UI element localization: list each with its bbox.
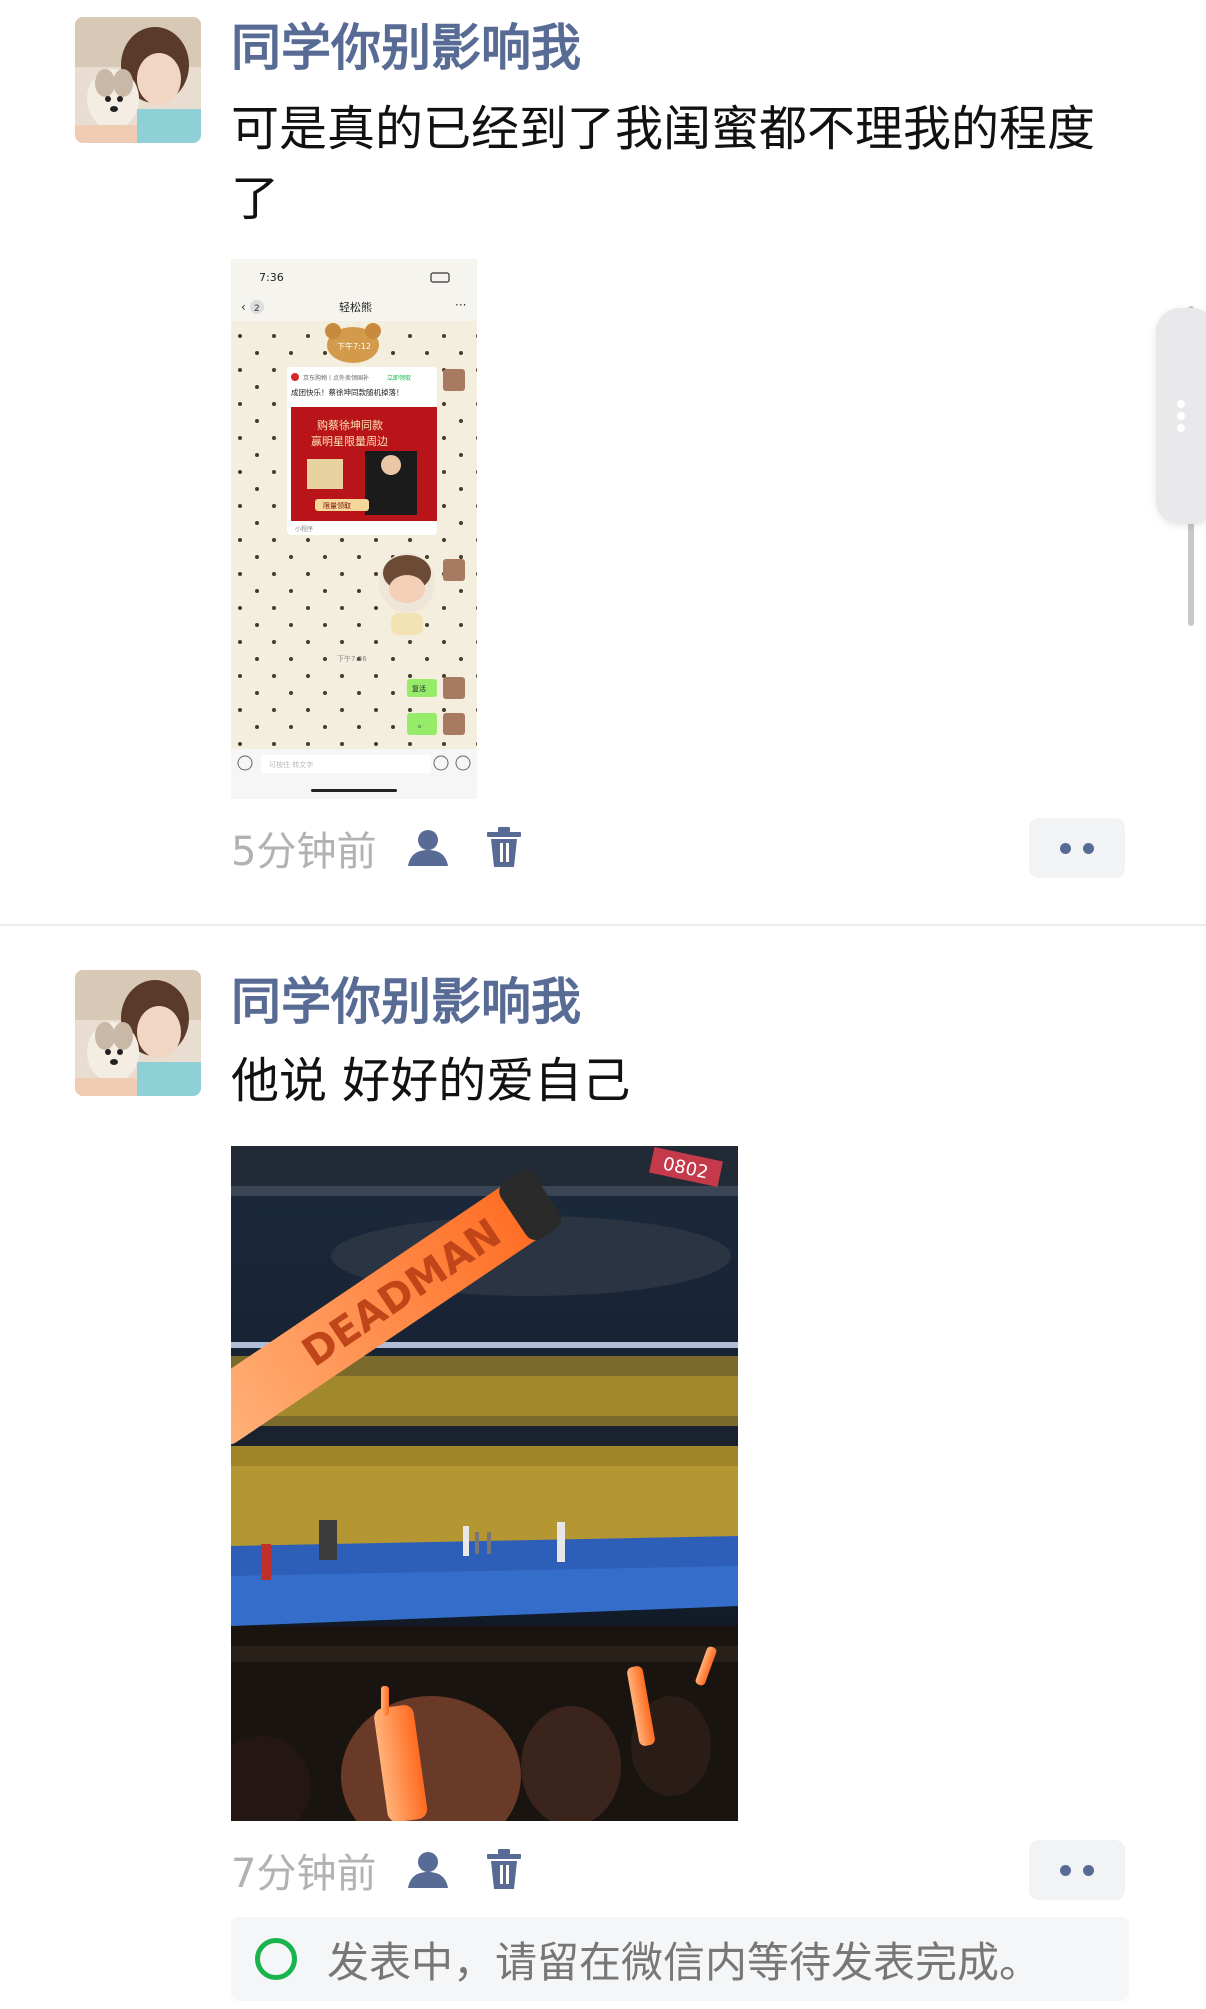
- phone-timestamp-1: 下午7:12: [337, 341, 371, 351]
- trash-icon[interactable]: [480, 1846, 528, 1894]
- post-nickname[interactable]: 同学你别影响我: [231, 972, 581, 1032]
- svg-text:···: ···: [455, 298, 466, 312]
- avatar[interactable]: [75, 970, 201, 1096]
- phone-card-footer: 小程序: [295, 525, 313, 533]
- phone-bubble-2: 。: [418, 720, 426, 729]
- svg-text:‹: ‹: [241, 300, 246, 314]
- phone-chat-title: 轻松熊: [339, 300, 372, 314]
- post-time: 7分钟前: [231, 1851, 377, 1897]
- post-text: 可是真的已经到了我闺蜜都不理我的程度了: [231, 101, 1096, 227]
- post-meta: 5分钟前: [231, 818, 528, 878]
- post-image[interactable]: 0802 DEADMAN: [231, 1146, 738, 1821]
- post-time: 5分钟前: [231, 829, 377, 875]
- phone-card-line-2: 赢明星限量周边: [311, 434, 388, 448]
- phone-card-header: 京东购物丨点外卖领国补: [303, 374, 369, 382]
- post-nickname[interactable]: 同学你别影响我: [231, 18, 581, 78]
- post-meta: 7分钟前: [231, 1840, 528, 1900]
- post-divider: [0, 924, 1206, 926]
- more-dot: [1083, 1864, 1094, 1876]
- more-dots-icon[interactable]: [1029, 818, 1125, 878]
- phone-back-count: 2: [254, 304, 260, 314]
- person-icon[interactable]: [404, 1846, 452, 1894]
- post-image[interactable]: 7:36 ‹ 2 轻松熊 ··· 下午7:12 京东购物丨点外卖领国补 立即领取…: [231, 259, 477, 799]
- more-dot: [1060, 1864, 1071, 1876]
- phone-card-title: 成团快乐！蔡徐坤同款随机掉落！: [291, 387, 404, 397]
- post-text: 他说 好好的爱自己: [231, 1053, 631, 1109]
- more-dot: [1060, 842, 1071, 854]
- phone-card-tag: 立即领取: [387, 374, 411, 382]
- more-dot: [1083, 842, 1094, 854]
- more-dots-icon[interactable]: [1029, 1840, 1125, 1900]
- phone-card-line-1: 购蔡徐坤同款: [317, 418, 383, 432]
- phone-status-time: 7:36: [259, 271, 284, 284]
- phone-timestamp-2: 下午7:36: [337, 654, 367, 663]
- trash-icon[interactable]: [480, 824, 528, 872]
- scroll-handle[interactable]: [1156, 308, 1206, 524]
- phone-input-placeholder: 可按住 转文字: [269, 760, 313, 769]
- phone-card-button: 限量领取: [323, 501, 351, 510]
- handle-dot: [1177, 424, 1185, 432]
- handle-dot: [1177, 400, 1185, 408]
- status-circle-icon: [255, 1938, 297, 1980]
- person-icon[interactable]: [404, 824, 452, 872]
- phone-bubble-1: 复活: [412, 684, 426, 693]
- publishing-status-bar: 发表中，请留在微信内等待发表完成。: [231, 1917, 1129, 2001]
- avatar[interactable]: [75, 17, 201, 143]
- handle-dot: [1177, 412, 1185, 420]
- publishing-status-text: 发表中，请留在微信内等待发表完成。: [327, 1937, 1042, 1987]
